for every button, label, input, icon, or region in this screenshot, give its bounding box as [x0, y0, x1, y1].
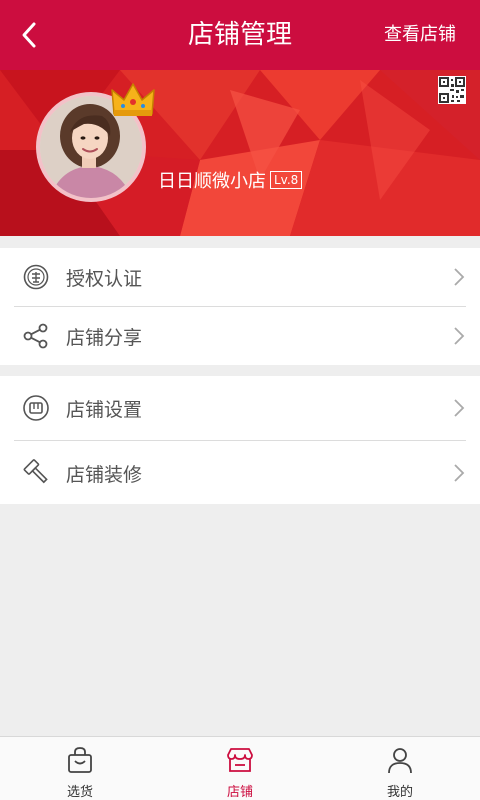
shopping-bag-icon	[68, 747, 92, 773]
storefront-icon	[227, 748, 253, 772]
level-badge: Lv.8	[270, 171, 303, 189]
tab-store[interactable]: 店铺	[160, 737, 320, 800]
menu-item-label: 店铺分享	[66, 326, 143, 349]
menu-item-label: 店铺设置	[66, 398, 143, 421]
menu-item-label: 授权认证	[66, 267, 143, 290]
crown-icon	[111, 83, 155, 116]
view-store-link[interactable]: 查看店铺	[384, 0, 456, 70]
app-header: 店铺管理 查看店铺	[0, 0, 480, 70]
chevron-right-icon	[454, 268, 465, 286]
user-icon	[388, 748, 412, 774]
menu-item-store-decoration[interactable]: 店铺装修	[0, 441, 480, 505]
menu-item-store-settings[interactable]: 店铺设置	[0, 376, 480, 440]
chevron-right-icon	[454, 399, 465, 417]
auth-badge-icon	[22, 263, 50, 291]
menu-item-label: 店铺装修	[66, 463, 143, 486]
tab-label: 选货	[66, 785, 93, 800]
bottom-tab-bar: 选货 店铺 我的	[0, 736, 480, 800]
store-name: 日日顺微小店	[158, 171, 266, 192]
tab-select-goods[interactable]: 选货	[0, 737, 160, 800]
menu-group-2: 店铺设置 店铺装修	[0, 376, 480, 504]
chevron-right-icon	[454, 464, 465, 482]
chevron-right-icon	[454, 327, 465, 345]
tab-label: 店铺	[226, 785, 253, 800]
qr-code-icon[interactable]	[438, 76, 466, 104]
tab-label: 我的	[386, 785, 413, 800]
menu-group-1: 授权认证 店铺分享	[0, 248, 480, 365]
menu-item-auth[interactable]: 授权认证	[0, 248, 480, 306]
share-icon	[22, 322, 50, 350]
store-banner: 日日顺微小店 Lv.8	[0, 70, 480, 236]
store-name-row: 日日顺微小店 Lv.8	[158, 168, 303, 192]
store-settings-icon	[22, 394, 50, 422]
tab-mine[interactable]: 我的	[320, 737, 480, 800]
menu-item-share[interactable]: 店铺分享	[0, 307, 480, 365]
avatar-container[interactable]	[36, 83, 155, 202]
hammer-icon	[22, 459, 50, 487]
